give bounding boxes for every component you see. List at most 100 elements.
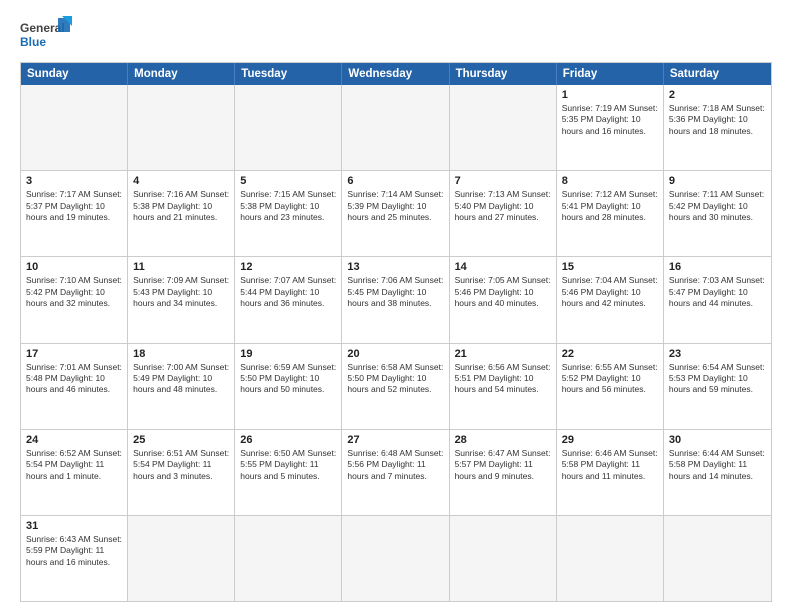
- day-info: Sunrise: 7:05 AM Sunset: 5:46 PM Dayligh…: [455, 275, 551, 309]
- day-number: 4: [133, 175, 229, 187]
- day-number: 1: [562, 89, 658, 101]
- calendar-cell: 2 Sunrise: 7:18 AM Sunset: 5:36 PM Daylig…: [664, 85, 771, 170]
- day-info: Sunrise: 6:44 AM Sunset: 5:58 PM Dayligh…: [669, 448, 766, 482]
- day-number: 31: [26, 520, 122, 532]
- calendar-cell: 29 Sunrise: 6:46 AM Sunset: 5:58 PM Dayli…: [557, 430, 664, 515]
- day-number: 15: [562, 261, 658, 273]
- calendar-cell: [664, 516, 771, 601]
- calendar-cell: 12 Sunrise: 7:07 AM Sunset: 5:44 PM Dayli…: [235, 257, 342, 342]
- calendar-cell: 26 Sunrise: 6:50 AM Sunset: 5:55 PM Dayli…: [235, 430, 342, 515]
- day-info: Sunrise: 6:55 AM Sunset: 5:52 PM Dayligh…: [562, 362, 658, 396]
- calendar-cell: 27 Sunrise: 6:48 AM Sunset: 5:56 PM Dayli…: [342, 430, 449, 515]
- day-info: Sunrise: 6:54 AM Sunset: 5:53 PM Dayligh…: [669, 362, 766, 396]
- calendar-cell: 17 Sunrise: 7:01 AM Sunset: 5:48 PM Dayli…: [21, 344, 128, 429]
- day-info: Sunrise: 7:18 AM Sunset: 5:36 PM Dayligh…: [669, 103, 766, 137]
- day-info: Sunrise: 7:01 AM Sunset: 5:48 PM Dayligh…: [26, 362, 122, 396]
- calendar-cell: 11 Sunrise: 7:09 AM Sunset: 5:43 PM Dayli…: [128, 257, 235, 342]
- calendar-cell: 23 Sunrise: 6:54 AM Sunset: 5:53 PM Dayli…: [664, 344, 771, 429]
- header-cell-sunday: Sunday: [21, 63, 128, 85]
- day-info: Sunrise: 6:50 AM Sunset: 5:55 PM Dayligh…: [240, 448, 336, 482]
- calendar-cell: 10Sunrise: 7:10 AM Sunset: 5:42 PM Dayli…: [21, 257, 128, 342]
- day-info: Sunrise: 6:59 AM Sunset: 5:50 PM Dayligh…: [240, 362, 336, 396]
- day-number: 25: [133, 434, 229, 446]
- calendar-cell: 31 Sunrise: 6:43 AM Sunset: 5:59 PM Dayli…: [21, 516, 128, 601]
- calendar-cell: 1 Sunrise: 7:19 AM Sunset: 5:35 PM Daylig…: [557, 85, 664, 170]
- day-number: 12: [240, 261, 336, 273]
- calendar-cell: 4Sunrise: 7:16 AM Sunset: 5:38 PM Daylig…: [128, 171, 235, 256]
- calendar-week-1: 1 Sunrise: 7:19 AM Sunset: 5:35 PM Daylig…: [21, 85, 771, 170]
- calendar-cell: 18 Sunrise: 7:00 AM Sunset: 5:49 PM Dayli…: [128, 344, 235, 429]
- day-number: 3: [26, 175, 122, 187]
- calendar: SundayMondayTuesdayWednesdayThursdayFrid…: [20, 62, 772, 602]
- header-cell-tuesday: Tuesday: [235, 63, 342, 85]
- day-info: Sunrise: 7:07 AM Sunset: 5:44 PM Dayligh…: [240, 275, 336, 309]
- calendar-cell: 24 Sunrise: 6:52 AM Sunset: 5:54 PM Dayli…: [21, 430, 128, 515]
- calendar-cell: [342, 85, 449, 170]
- day-info: Sunrise: 7:06 AM Sunset: 5:45 PM Dayligh…: [347, 275, 443, 309]
- calendar-cell: 15 Sunrise: 7:04 AM Sunset: 5:46 PM Dayli…: [557, 257, 664, 342]
- day-info: Sunrise: 7:17 AM Sunset: 5:37 PM Dayligh…: [26, 189, 122, 223]
- day-info: Sunrise: 7:11 AM Sunset: 5:42 PM Dayligh…: [669, 189, 766, 223]
- day-info: Sunrise: 7:09 AM Sunset: 5:43 PM Dayligh…: [133, 275, 229, 309]
- calendar-cell: 6 Sunrise: 7:14 AM Sunset: 5:39 PM Daylig…: [342, 171, 449, 256]
- calendar-cell: 3 Sunrise: 7:17 AM Sunset: 5:37 PM Daylig…: [21, 171, 128, 256]
- page-header: General Blue: [20, 16, 772, 54]
- day-number: 11: [133, 261, 229, 273]
- day-info: Sunrise: 6:56 AM Sunset: 5:51 PM Dayligh…: [455, 362, 551, 396]
- day-info: Sunrise: 7:19 AM Sunset: 5:35 PM Dayligh…: [562, 103, 658, 137]
- logo-svg: General Blue: [20, 16, 72, 54]
- day-info: Sunrise: 7:14 AM Sunset: 5:39 PM Dayligh…: [347, 189, 443, 223]
- day-info: Sunrise: 7:00 AM Sunset: 5:49 PM Dayligh…: [133, 362, 229, 396]
- calendar-cell: [557, 516, 664, 601]
- day-info: Sunrise: 6:51 AM Sunset: 5:54 PM Dayligh…: [133, 448, 229, 482]
- calendar-header-row: SundayMondayTuesdayWednesdayThursdayFrid…: [21, 63, 771, 85]
- day-info: Sunrise: 6:48 AM Sunset: 5:56 PM Dayligh…: [347, 448, 443, 482]
- day-number: 24: [26, 434, 122, 446]
- day-number: 6: [347, 175, 443, 187]
- calendar-cell: 22 Sunrise: 6:55 AM Sunset: 5:52 PM Dayli…: [557, 344, 664, 429]
- day-info: Sunrise: 6:52 AM Sunset: 5:54 PM Dayligh…: [26, 448, 122, 482]
- calendar-week-3: 10Sunrise: 7:10 AM Sunset: 5:42 PM Dayli…: [21, 256, 771, 342]
- svg-text:Blue: Blue: [20, 35, 46, 49]
- day-info: Sunrise: 7:04 AM Sunset: 5:46 PM Dayligh…: [562, 275, 658, 309]
- day-number: 9: [669, 175, 766, 187]
- calendar-cell: [21, 85, 128, 170]
- calendar-cell: [342, 516, 449, 601]
- header-cell-saturday: Saturday: [664, 63, 771, 85]
- day-number: 27: [347, 434, 443, 446]
- day-number: 28: [455, 434, 551, 446]
- day-number: 23: [669, 348, 766, 360]
- calendar-week-2: 3 Sunrise: 7:17 AM Sunset: 5:37 PM Daylig…: [21, 170, 771, 256]
- day-number: 2: [669, 89, 766, 101]
- day-info: Sunrise: 6:46 AM Sunset: 5:58 PM Dayligh…: [562, 448, 658, 482]
- day-number: 5: [240, 175, 336, 187]
- day-number: 18: [133, 348, 229, 360]
- calendar-cell: 28Sunrise: 6:47 AM Sunset: 5:57 PM Dayli…: [450, 430, 557, 515]
- logo: General Blue: [20, 16, 72, 54]
- calendar-cell: [235, 516, 342, 601]
- calendar-cell: 14 Sunrise: 7:05 AM Sunset: 5:46 PM Dayli…: [450, 257, 557, 342]
- calendar-cell: 25 Sunrise: 6:51 AM Sunset: 5:54 PM Dayli…: [128, 430, 235, 515]
- day-number: 22: [562, 348, 658, 360]
- day-number: 26: [240, 434, 336, 446]
- calendar-cell: 8Sunrise: 7:12 AM Sunset: 5:41 PM Daylig…: [557, 171, 664, 256]
- day-number: 16: [669, 261, 766, 273]
- day-number: 14: [455, 261, 551, 273]
- day-info: Sunrise: 7:03 AM Sunset: 5:47 PM Dayligh…: [669, 275, 766, 309]
- calendar-cell: 20 Sunrise: 6:58 AM Sunset: 5:50 PM Dayli…: [342, 344, 449, 429]
- day-info: Sunrise: 6:58 AM Sunset: 5:50 PM Dayligh…: [347, 362, 443, 396]
- svg-text:General: General: [20, 21, 65, 35]
- day-number: 13: [347, 261, 443, 273]
- day-number: 17: [26, 348, 122, 360]
- calendar-cell: [128, 85, 235, 170]
- header-cell-friday: Friday: [557, 63, 664, 85]
- calendar-cell: 7Sunrise: 7:13 AM Sunset: 5:40 PM Daylig…: [450, 171, 557, 256]
- calendar-body: 1 Sunrise: 7:19 AM Sunset: 5:35 PM Daylig…: [21, 85, 771, 601]
- day-number: 19: [240, 348, 336, 360]
- day-number: 29: [562, 434, 658, 446]
- day-info: Sunrise: 6:43 AM Sunset: 5:59 PM Dayligh…: [26, 534, 122, 568]
- calendar-cell: 16 Sunrise: 7:03 AM Sunset: 5:47 PM Dayli…: [664, 257, 771, 342]
- day-number: 7: [455, 175, 551, 187]
- calendar-cell: 9 Sunrise: 7:11 AM Sunset: 5:42 PM Daylig…: [664, 171, 771, 256]
- day-number: 20: [347, 348, 443, 360]
